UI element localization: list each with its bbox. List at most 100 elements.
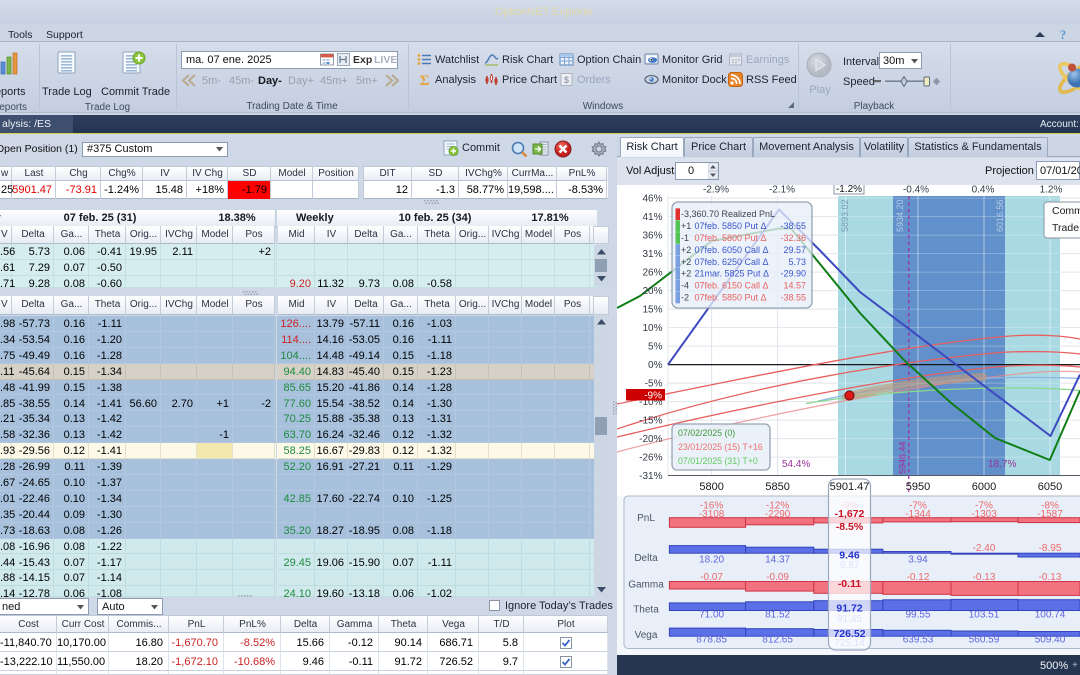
svg-text:-0.09: -0.09 bbox=[766, 572, 789, 583]
svg-text:Σ: Σ bbox=[420, 73, 430, 87]
svg-text:+1: +1 bbox=[681, 221, 691, 231]
svg-text:-2.9%: -2.9% bbox=[703, 185, 729, 196]
svg-text:5893.02: 5893.02 bbox=[840, 199, 850, 232]
svg-text:07/02/2025 (0): 07/02/2025 (0) bbox=[678, 428, 735, 438]
svg-text:5850: 5850 bbox=[765, 481, 789, 493]
svg-text:23/01/2025 (15) T+16: 23/01/2025 (15) T+16 bbox=[678, 442, 763, 452]
svg-text:509.40: 509.40 bbox=[1035, 635, 1066, 646]
svg-text:PnL: PnL bbox=[637, 513, 655, 524]
svg-text:5946.44: 5946.44 bbox=[898, 441, 908, 474]
svg-text:-9%: -9% bbox=[644, 391, 662, 402]
svg-text:5%: 5% bbox=[648, 342, 663, 353]
svg-text:-2: -2 bbox=[681, 293, 689, 303]
svg-text:-15%: -15% bbox=[639, 416, 662, 427]
svg-text:?: ? bbox=[1060, 27, 1067, 42]
svg-text:9.87: 9.87 bbox=[840, 560, 860, 571]
svg-text:100.74: 100.74 bbox=[1035, 610, 1066, 621]
svg-text:07feb. 5850 Put Δ: 07feb. 5850 Put Δ bbox=[695, 293, 767, 303]
svg-text:-3108: -3108 bbox=[699, 509, 725, 520]
svg-text:-2290: -2290 bbox=[765, 509, 791, 520]
svg-text:-0.07: -0.07 bbox=[700, 572, 723, 583]
svg-text:-1344: -1344 bbox=[905, 509, 931, 520]
svg-text:-1: -1 bbox=[681, 233, 689, 243]
svg-text:99.55: 99.55 bbox=[905, 610, 930, 621]
svg-text:15%: 15% bbox=[642, 305, 662, 316]
svg-text:10%: 10% bbox=[642, 323, 662, 334]
svg-text:Comm: Comm bbox=[1052, 205, 1080, 217]
svg-text:639.53: 639.53 bbox=[903, 635, 934, 646]
svg-text:-5%: -5% bbox=[645, 379, 663, 390]
svg-text:5934.20: 5934.20 bbox=[895, 199, 905, 232]
svg-text:31%: 31% bbox=[642, 249, 662, 260]
svg-text:-0.13: -0.13 bbox=[1039, 572, 1062, 583]
svg-text:20%: 20% bbox=[642, 286, 662, 297]
svg-text:103.51: 103.51 bbox=[969, 610, 1000, 621]
svg-text:Delta: Delta bbox=[634, 553, 658, 564]
svg-text:-20%: -20% bbox=[639, 434, 662, 445]
svg-text:29.57: 29.57 bbox=[783, 245, 806, 255]
svg-text:6050: 6050 bbox=[1038, 481, 1062, 493]
svg-text:+2: +2 bbox=[681, 269, 691, 279]
svg-text:-1,672: -1,672 bbox=[835, 508, 865, 520]
svg-text:-38.55: -38.55 bbox=[780, 293, 806, 303]
svg-text:Gamma: Gamma bbox=[628, 580, 664, 591]
svg-text:6000: 6000 bbox=[972, 481, 996, 493]
svg-text:-32.36: -32.36 bbox=[780, 233, 806, 243]
svg-text:21mar. 5825 Put Δ: 21mar. 5825 Put Δ bbox=[695, 269, 770, 279]
svg-text:Trade C: Trade C bbox=[1052, 222, 1080, 234]
svg-text:36%: 36% bbox=[642, 231, 662, 242]
svg-text:6016.56: 6016.56 bbox=[995, 199, 1005, 232]
svg-text:Vega: Vega bbox=[635, 630, 658, 641]
svg-text:1.2%: 1.2% bbox=[1040, 185, 1063, 196]
svg-text:+2: +2 bbox=[681, 245, 691, 255]
svg-text:+2: +2 bbox=[681, 257, 691, 267]
svg-text:-0.11: -0.11 bbox=[838, 578, 862, 590]
svg-text:5950: 5950 bbox=[906, 481, 930, 493]
svg-text:-2.40: -2.40 bbox=[973, 543, 996, 554]
svg-text:-31%: -31% bbox=[639, 471, 662, 482]
svg-text:-26%: -26% bbox=[639, 453, 662, 464]
svg-text:07feb. 6150 Call Δ: 07feb. 6150 Call Δ bbox=[695, 281, 769, 291]
svg-text:07feb. 5800 Put Δ: 07feb. 5800 Put Δ bbox=[695, 233, 767, 243]
svg-text:3.94: 3.94 bbox=[908, 555, 928, 566]
svg-text:41%: 41% bbox=[642, 212, 662, 223]
svg-text:812.65: 812.65 bbox=[762, 635, 793, 646]
svg-text:26%: 26% bbox=[642, 268, 662, 279]
svg-text:560.59: 560.59 bbox=[969, 635, 1000, 646]
svg-text:5901.47: 5901.47 bbox=[830, 481, 870, 493]
svg-text:0.4%: 0.4% bbox=[972, 185, 995, 196]
svg-text:-38.55: -38.55 bbox=[780, 221, 806, 231]
svg-text:54.4%: 54.4% bbox=[782, 459, 810, 470]
svg-text:18.20: 18.20 bbox=[699, 555, 724, 566]
svg-text:07feb. 5850 Put Δ: 07feb. 5850 Put Δ bbox=[695, 221, 767, 231]
svg-text:-3,360.70 Realized PnL: -3,360.70 Realized PnL bbox=[681, 209, 775, 219]
svg-text:-4: -4 bbox=[681, 281, 689, 291]
svg-text:-29.90: -29.90 bbox=[780, 269, 806, 279]
svg-text:07feb. 6050 Call Δ: 07feb. 6050 Call Δ bbox=[695, 245, 769, 255]
svg-text:91.72: 91.72 bbox=[836, 603, 862, 615]
svg-text:07/01/2025 (31) T+0: 07/01/2025 (31) T+0 bbox=[678, 456, 758, 466]
svg-text:14.37: 14.37 bbox=[765, 555, 790, 566]
svg-text:81.52: 81.52 bbox=[765, 610, 790, 621]
svg-text:5800: 5800 bbox=[699, 481, 723, 493]
svg-text:-0.13: -0.13 bbox=[973, 572, 996, 583]
svg-text:-8.95: -8.95 bbox=[1039, 543, 1062, 554]
svg-text:14.57: 14.57 bbox=[783, 281, 806, 291]
svg-text:878.85: 878.85 bbox=[696, 635, 727, 646]
svg-text:91.45: 91.45 bbox=[837, 614, 862, 625]
svg-text:$: $ bbox=[564, 75, 569, 85]
svg-text:-1.2%: -1.2% bbox=[836, 185, 862, 195]
svg-text:-0.12: -0.12 bbox=[907, 572, 930, 583]
svg-text:-1303: -1303 bbox=[971, 509, 997, 520]
svg-text:5.73: 5.73 bbox=[788, 257, 806, 267]
svg-text:46%: 46% bbox=[642, 194, 662, 205]
svg-text:Theta: Theta bbox=[633, 605, 659, 616]
svg-text:07feb. 6250 Call Δ: 07feb. 6250 Call Δ bbox=[695, 257, 769, 267]
svg-text:-2.1%: -2.1% bbox=[769, 185, 795, 196]
svg-text:-8.5%: -8.5% bbox=[836, 521, 864, 533]
svg-text:18.7%: 18.7% bbox=[988, 459, 1016, 470]
svg-text:-0.4%: -0.4% bbox=[903, 185, 929, 196]
svg-text:725.14: 725.14 bbox=[834, 638, 865, 649]
svg-text:0%: 0% bbox=[648, 360, 663, 371]
svg-text:-1587: -1587 bbox=[1037, 509, 1063, 520]
